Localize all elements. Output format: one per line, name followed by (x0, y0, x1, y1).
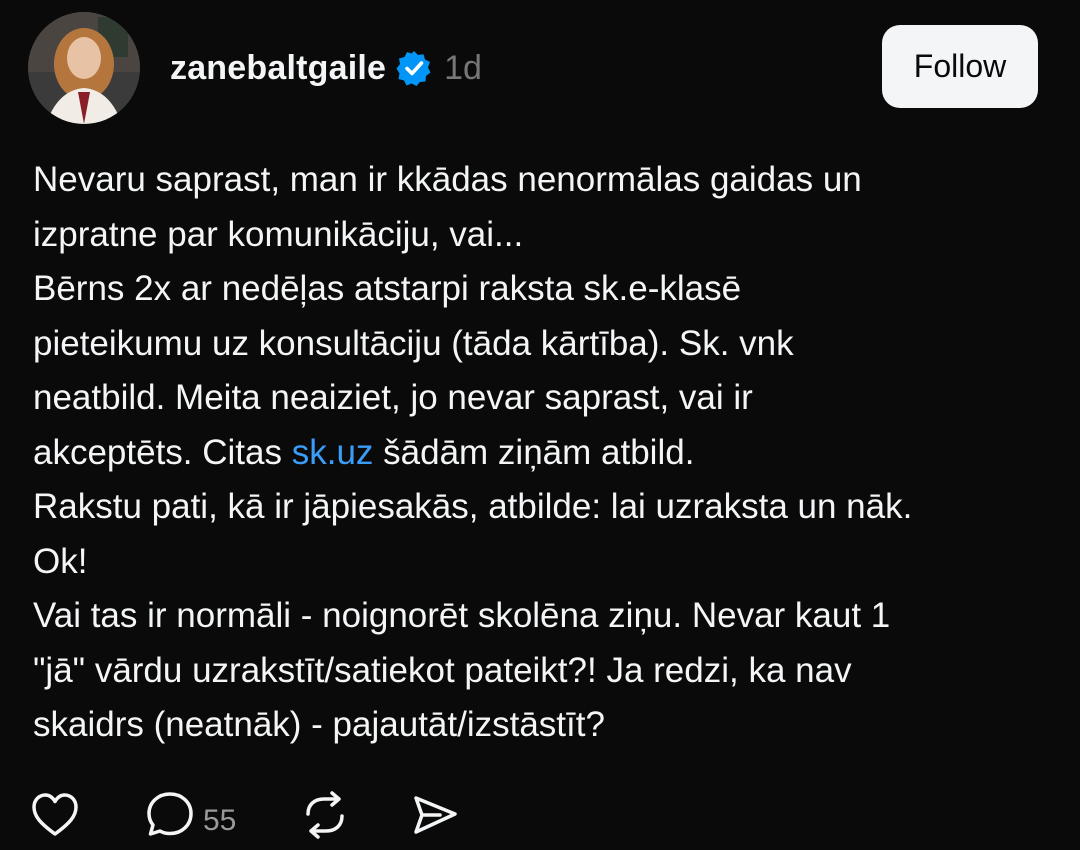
like-button[interactable] (30, 790, 80, 840)
repost-button[interactable] (300, 790, 350, 840)
post-text-line: izpratne par komunikāciju, vai... (33, 214, 524, 254)
follow-button[interactable]: Follow (882, 25, 1038, 108)
post-header: zanebaltgaile 1d Follow (0, 0, 1080, 130)
reply-count: 55 (203, 804, 237, 837)
username-link[interactable]: zanebaltgaile (170, 49, 386, 88)
post-text-segment: šādām ziņām atbild. (373, 432, 695, 472)
post-text-segment: akceptēts. Citas (33, 432, 292, 472)
post-timestamp: 1d (444, 48, 482, 87)
post-text-line: Ok! (33, 541, 88, 581)
post-text-line: Nevaru saprast, man ir kkādas nenormālas… (33, 160, 862, 199)
post-inline-link[interactable]: sk.uz (292, 433, 374, 472)
avatar[interactable] (28, 12, 140, 124)
post-text-line: skaidrs (neatnāk) - pajautāt/izstāstīt? (33, 705, 605, 744)
post-text: Nevaru saprast, man ir kkādas nenormālas… (33, 153, 1053, 753)
post-text-line: Bērns 2x ar nedēļas atstarpi raksta sk.e… (33, 269, 742, 308)
share-button[interactable] (410, 790, 460, 840)
post-actions: 55 (0, 790, 1080, 850)
post-text-line: Rakstu pati, kā ir jāpiesakās, atbilde: … (33, 487, 913, 526)
comment-icon (145, 790, 195, 840)
post-text-line: pieteikumu uz konsultāciju (tāda kārtība… (33, 323, 794, 363)
send-icon (410, 790, 460, 840)
post-text-line: "jā" vārdu uzrakstīt/satiekot pateikt?! … (33, 650, 852, 690)
verified-badge-icon (396, 50, 432, 86)
reply-button[interactable]: 55 (145, 790, 236, 840)
repost-icon (300, 790, 350, 840)
user-line: zanebaltgaile 1d (170, 44, 482, 92)
heart-icon (30, 790, 80, 840)
post-text-line: akceptēts. Citas sk.uz šādām ziņām atbil… (33, 426, 1053, 481)
post-text-line: Vai tas ir normāli - noignorēt skolēna z… (33, 596, 891, 635)
post-text-line: neatbild. Meita neaiziet, jo nevar sapra… (33, 378, 753, 417)
